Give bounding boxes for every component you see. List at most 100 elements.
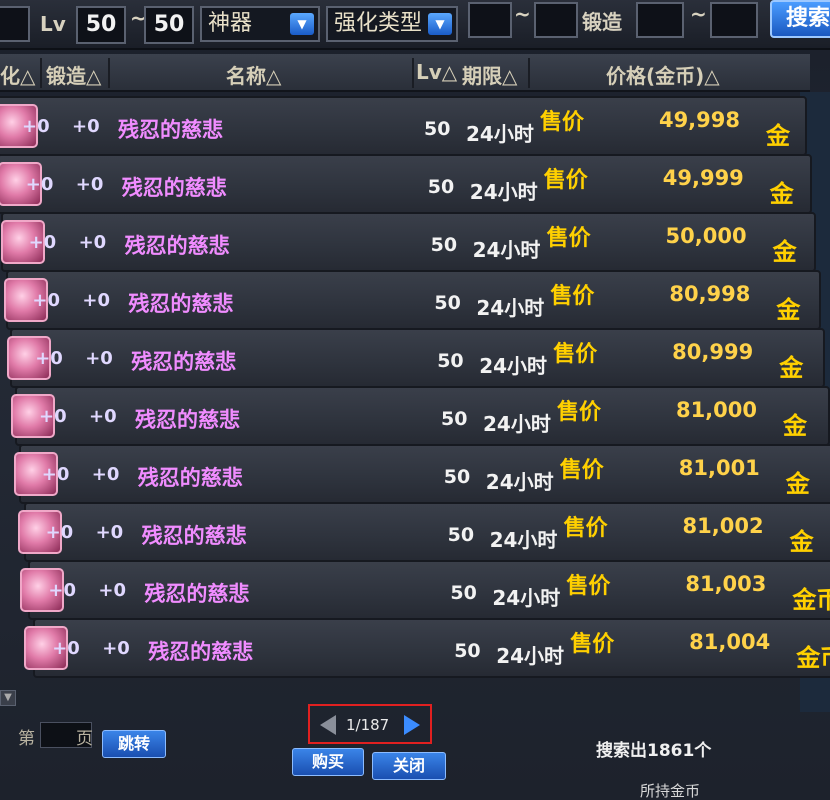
- currency-label: 金币: [792, 586, 830, 614]
- enhance-level: +0: [22, 116, 50, 137]
- item-price: 81,000: [675, 398, 757, 422]
- next-page-icon[interactable]: [404, 715, 420, 735]
- sell-label: 售价: [559, 458, 604, 483]
- item-level: 50: [424, 118, 451, 140]
- col-divider: [528, 58, 530, 88]
- enhance-type-dropdown[interactable]: 强化类型 ▼: [326, 6, 458, 42]
- lv-max-input[interactable]: 50: [144, 6, 194, 44]
- item-price: 49,999: [662, 166, 744, 190]
- table-row[interactable]: +0+0残忍的慈悲5024小时售价49,998金币: [0, 96, 807, 185]
- forge-tilde: ~: [514, 2, 531, 26]
- item-period: 24小时: [469, 180, 538, 204]
- price-min-input[interactable]: [636, 2, 684, 38]
- table-row[interactable]: +0+0残忍的慈悲5024小时售价50,000金币: [0, 212, 816, 301]
- item-name: 残忍的慈悲: [148, 640, 254, 664]
- chevron-down-icon: ▼: [290, 13, 314, 35]
- enhance-level: +0: [52, 638, 80, 659]
- item-name: 残忍的慈悲: [121, 176, 227, 200]
- column-header: 化△ 锻造△ 名称△ Lv△ 期限△ 价格(金币)△: [0, 54, 810, 92]
- table-row[interactable]: +0+0残忍的慈悲5024小时售价49,999金币: [0, 154, 812, 243]
- item-price: 81,004: [689, 630, 771, 654]
- col-divider: [108, 58, 110, 88]
- lv-label: Lv: [40, 12, 66, 36]
- item-period: 24小时: [485, 470, 554, 494]
- col-forge[interactable]: 锻造△: [46, 60, 101, 89]
- item-level: 50: [430, 234, 458, 256]
- search-button[interactable]: 搜索: [770, 0, 830, 38]
- col-divider: [412, 58, 414, 88]
- item-level: 50: [441, 408, 468, 430]
- filter-input-left[interactable]: [0, 6, 30, 42]
- price-max-input[interactable]: [710, 2, 758, 38]
- enhance-level: +0: [45, 522, 74, 543]
- col-period[interactable]: 期限△: [462, 60, 517, 89]
- item-period: 24小时: [472, 238, 541, 262]
- prev-page-icon[interactable]: [320, 715, 336, 735]
- table-row[interactable]: +0+0残忍的慈悲5024小时售价81,000金币: [11, 386, 830, 475]
- item-period: 24小时: [483, 412, 551, 436]
- item-price: 50,000: [665, 224, 747, 248]
- forge-level: +0: [82, 290, 110, 311]
- table-row[interactable]: +0+0残忍的慈悲5024小时售价81,001金币: [13, 444, 830, 533]
- forge-min-input[interactable]: [468, 2, 512, 38]
- filter-bar: Lv 50 ~ 50 神器 ▼ 强化类型 ▼ ~ 锻造 ~ 搜索: [0, 0, 830, 50]
- rarity-dropdown[interactable]: 神器 ▼: [200, 6, 320, 42]
- forge-level: +0: [72, 116, 100, 137]
- item-name: 残忍的慈悲: [124, 234, 230, 258]
- table-row[interactable]: +0 +0 残忍的慈悲 50 24小时 售价 81,003 金币: [20, 560, 830, 620]
- page-suffix: 页: [76, 729, 93, 749]
- item-name: 残忍的慈悲: [118, 118, 223, 142]
- forge-level: +0: [95, 522, 124, 543]
- col-lv[interactable]: Lv△: [416, 60, 457, 84]
- sell-label: 售价: [540, 110, 585, 135]
- item-level: 50: [447, 524, 475, 546]
- item-period: 24小时: [492, 586, 561, 610]
- col-price[interactable]: 价格(金币)△: [606, 60, 720, 89]
- item-period: 24小时: [466, 122, 534, 146]
- held-gold-label: 所持金币: [640, 782, 701, 800]
- page-prefix: 第: [18, 729, 35, 749]
- item-level: 50: [443, 466, 471, 488]
- currency-label: 金币: [796, 644, 830, 672]
- col-name[interactable]: 名称△: [226, 60, 281, 89]
- forge-level: +0: [78, 232, 107, 253]
- forge-level: +0: [91, 464, 120, 485]
- buy-button[interactable]: 购买: [292, 748, 364, 776]
- item-name: 残忍的慈悲: [141, 524, 247, 548]
- forge-label: 锻造: [582, 10, 622, 34]
- table-row[interactable]: +0+0残忍的慈悲5024小时售价81,002金币: [17, 502, 830, 591]
- table-row[interactable]: +0 +0 残忍的慈悲 50 24小时售价 81,004 金币: [24, 618, 830, 678]
- forge-level: +0: [89, 406, 117, 427]
- lv-min-input[interactable]: 50: [76, 6, 126, 44]
- item-level: 50: [427, 176, 455, 198]
- enhance-level: +0: [25, 174, 54, 195]
- search-result-count: 搜索出1861个: [596, 741, 712, 761]
- close-button[interactable]: 关闭: [372, 752, 446, 780]
- scroll-down-icon[interactable]: ▼: [0, 690, 16, 706]
- col-divider: [40, 58, 42, 88]
- enhance-type-value: 强化类型: [334, 11, 423, 36]
- pager: 1/187: [308, 704, 432, 744]
- item-period: 24小时: [489, 528, 558, 552]
- jump-button[interactable]: 跳转: [102, 730, 166, 758]
- table-row[interactable]: +0+0残忍的慈悲5024小时售价80,998金币: [4, 270, 821, 359]
- sell-label: 售价: [570, 632, 615, 657]
- item-price: 80,999: [672, 340, 754, 364]
- enhance-level: +0: [32, 290, 60, 311]
- sell-label: 售价: [543, 168, 588, 193]
- item-period: 24小时: [479, 354, 548, 378]
- table-row[interactable]: +0+0残忍的慈悲5024小时售价80,999金币: [7, 328, 825, 417]
- forge-level: +0: [98, 580, 126, 601]
- enhance-level: +0: [48, 580, 76, 601]
- sell-label: 售价: [566, 574, 611, 599]
- item-level: 50: [437, 350, 464, 372]
- item-period: 24小时: [476, 296, 545, 320]
- sell-label: 售价: [550, 284, 595, 309]
- rarity-value: 神器: [208, 11, 253, 36]
- forge-level: +0: [85, 348, 113, 369]
- col-enhance[interactable]: 化△: [0, 60, 35, 89]
- enhance-level: +0: [28, 232, 57, 253]
- page-indicator: 1/187: [346, 716, 390, 734]
- forge-max-input[interactable]: [534, 2, 578, 38]
- sell-label: 售价: [553, 342, 598, 367]
